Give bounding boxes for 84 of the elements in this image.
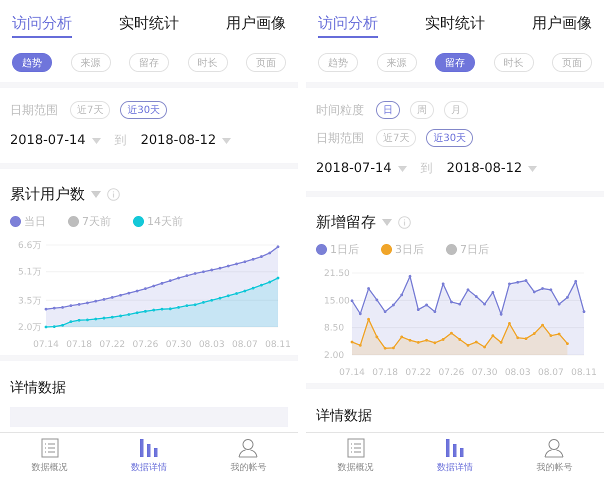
tab[interactable]: 实时统计 [119,10,179,38]
legend-label[interactable]: 3日后 [395,242,424,257]
filter-chip[interactable]: 时长 [188,53,228,72]
x-axis-label: 07.18 [66,340,92,350]
filter-chip[interactable]: 来源 [376,53,416,72]
legend-label[interactable]: 当日 [24,214,46,229]
filter-chip[interactable]: 页面 [552,53,592,72]
option-pill[interactable]: 近30天 [426,129,474,147]
document-icon [346,438,365,458]
date-picker[interactable]: 2018-07-14 [316,161,392,176]
caret-icon [222,138,232,144]
y-axis-label: 2.0万 [18,323,42,333]
y-axis-label: 5.1万 [18,268,42,278]
x-axis-label: 07.26 [438,368,464,378]
y-axis-label: 6.6万 [18,241,42,251]
option-pill[interactable]: 近7天 [70,101,110,119]
nav-item[interactable]: 我的帐号 [213,433,284,479]
section-title: 详情数据 [10,379,67,397]
caret-icon[interactable] [382,219,392,226]
filter-chip[interactable]: 时长 [494,53,534,72]
x-axis-label: 07.30 [472,368,498,378]
x-axis-label: 07.14 [33,340,59,350]
legend-label[interactable]: 7日后 [460,242,489,257]
caret-icon[interactable] [91,191,101,198]
caret-icon [398,166,407,172]
nav-item[interactable]: 数据详情 [420,433,490,479]
section-title: 详情数据 [316,407,373,425]
tab[interactable]: 用户画像 [532,10,592,38]
tab[interactable]: 访问分析 [12,10,72,38]
y-axis-label: 21.50 [324,269,350,279]
option-pill[interactable]: 日 [376,101,400,119]
nav-item[interactable]: 数据概况 [320,433,391,479]
person-icon [238,438,258,458]
legend-label[interactable]: 7天前 [82,214,111,229]
x-axis-label: 08.07 [538,368,564,378]
legend-label[interactable]: 14天前 [147,214,183,229]
y-axis-label: 15.00 [324,296,350,306]
filter-chip[interactable]: 来源 [70,53,110,72]
bar-chart-icon [444,438,465,458]
chart-title: 累计用户数 [10,185,85,204]
nav-item[interactable]: 数据详情 [114,433,184,479]
filter-chip[interactable]: 趋势 [318,53,358,72]
legend-label[interactable]: 1日后 [330,242,359,257]
caret-icon [528,166,538,172]
info-icon[interactable] [107,188,120,201]
option-pill[interactable]: 近30天 [120,101,168,119]
tab[interactable]: 访问分析 [318,10,378,38]
filter-label: 日期范围 [316,130,364,146]
filter-chip[interactable]: 页面 [246,53,286,72]
y-axis-label: 3.5万 [18,296,42,306]
option-pill[interactable]: 周 [410,101,434,119]
date-picker[interactable]: 2018-07-14 [10,133,86,148]
x-axis-label: 08.11 [571,368,597,378]
caret-icon [92,138,101,144]
date-picker[interactable]: 2018-08-12 [140,133,216,148]
x-axis-label: 07.18 [372,368,398,378]
x-axis-label: 07.22 [405,368,432,378]
y-axis-label: 2.00 [324,351,344,361]
y-axis-label: 8.50 [324,324,344,334]
filter-chip[interactable]: 趋势 [12,53,52,72]
filter-chip[interactable]: 留存 [435,53,475,72]
x-axis-label: 07.22 [99,340,126,350]
x-axis-label: 08.03 [504,368,531,378]
x-axis-label: 08.11 [265,340,291,350]
filter-label: 时间粒度 [316,102,364,118]
nav-item[interactable]: 数据概况 [14,433,85,479]
nav-item[interactable]: 我的帐号 [519,433,590,479]
tab[interactable]: 实时统计 [425,10,485,38]
filter-chip[interactable]: 留存 [129,53,169,72]
x-axis-label: 07.14 [339,368,365,378]
bar-chart-icon [138,438,159,458]
person-icon [544,438,564,458]
x-axis-label: 08.07 [232,340,258,350]
chart-title: 新增留存 [316,213,376,232]
tab[interactable]: 用户画像 [226,10,286,38]
info-icon[interactable] [398,216,411,229]
x-axis-label: 07.30 [166,340,192,350]
filter-label: 日期范围 [10,102,58,118]
option-pill[interactable]: 近7天 [376,129,416,147]
x-axis-label: 07.26 [132,340,158,350]
option-pill[interactable]: 月 [444,101,468,119]
date-picker[interactable]: 2018-08-12 [446,161,522,176]
x-axis-label: 08.03 [198,340,225,350]
document-icon [40,438,59,458]
